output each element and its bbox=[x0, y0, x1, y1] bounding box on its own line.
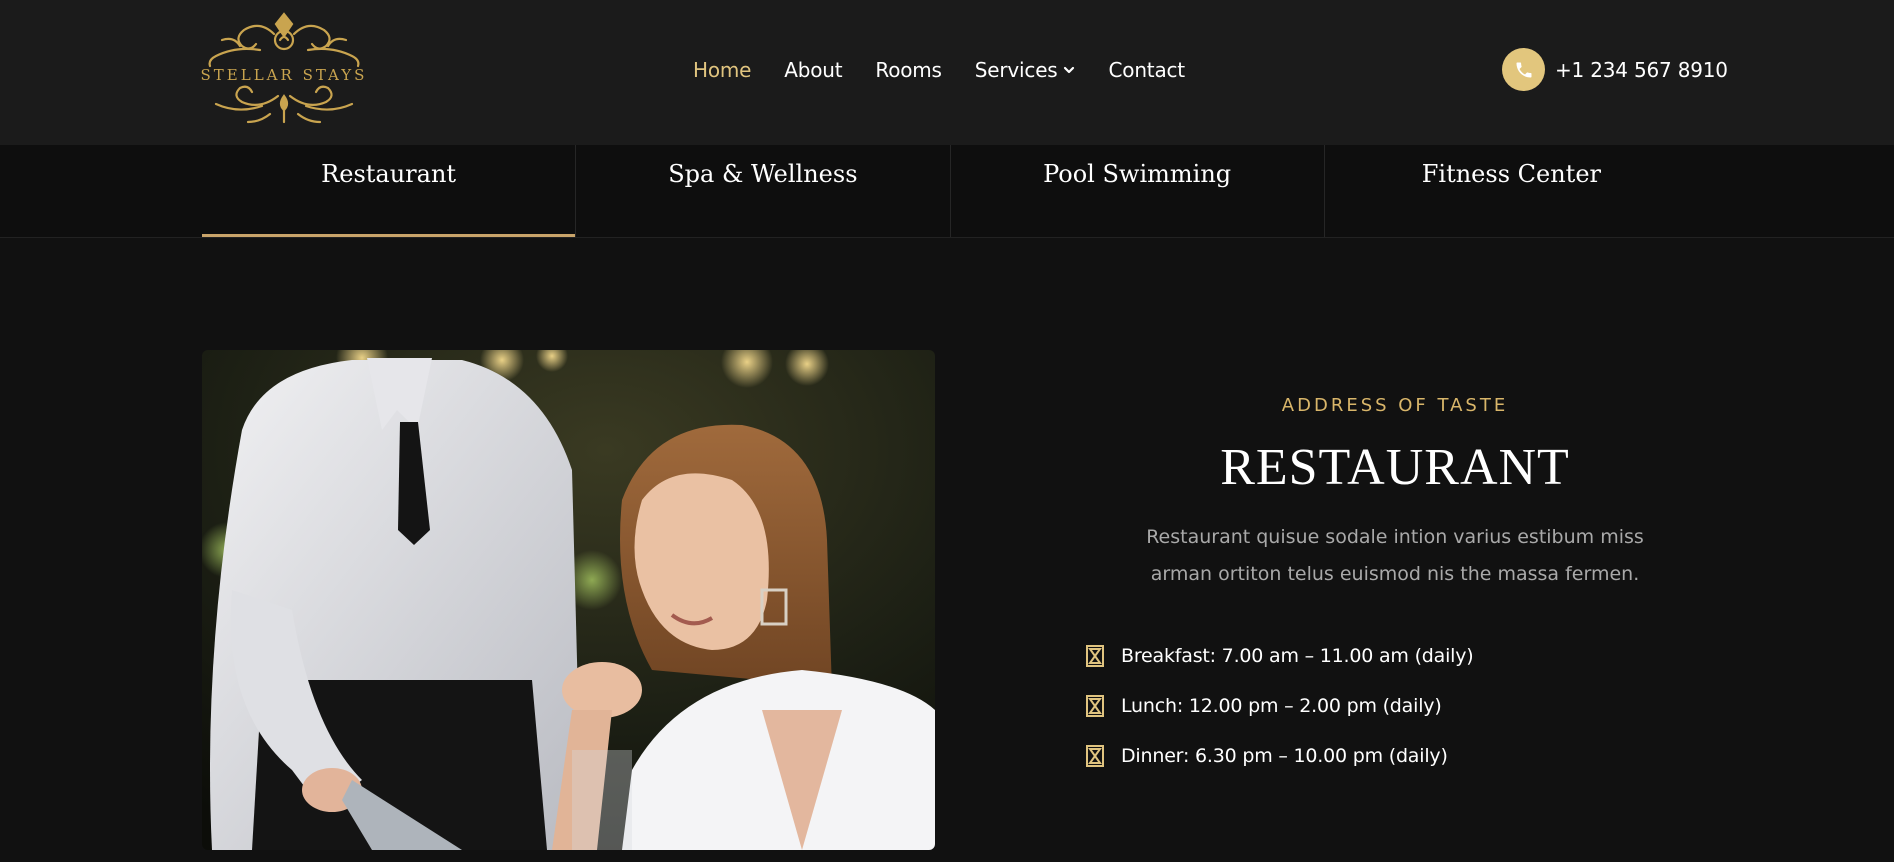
phone-number: +1 234 567 8910 bbox=[1555, 57, 1728, 82]
tab-pool-swimming[interactable]: Pool Swimming bbox=[951, 145, 1325, 237]
main-nav: Home About Rooms Services Contact bbox=[693, 55, 1185, 85]
section-eyebrow: ADDRESS OF TASTE bbox=[1281, 395, 1509, 416]
restaurant-info: ADDRESS OF TASTE RESTAURANT Restaurant q… bbox=[1085, 395, 1705, 767]
opening-hours-list: Breakfast: 7.00 am – 11.00 am (daily) Lu… bbox=[1085, 631, 1474, 781]
tab-restaurant[interactable]: Restaurant bbox=[202, 145, 577, 237]
hourglass-icon bbox=[1086, 695, 1104, 717]
list-item: Dinner: 6.30 pm – 10.00 pm (daily) bbox=[1085, 731, 1474, 781]
hour-text: Breakfast: 7.00 am – 11.00 am (daily) bbox=[1121, 645, 1474, 667]
phone-glyph-icon bbox=[1516, 62, 1531, 77]
nav-about[interactable]: About bbox=[784, 58, 842, 82]
nav-rooms-label: Rooms bbox=[875, 58, 942, 82]
nav-services[interactable]: Services bbox=[975, 58, 1076, 82]
chevron-down-icon bbox=[1063, 66, 1074, 74]
nav-home[interactable]: Home bbox=[693, 58, 751, 82]
section-title: RESTAURANT bbox=[1220, 439, 1570, 496]
nav-services-label: Services bbox=[974, 58, 1058, 82]
nav-rooms[interactable]: Rooms bbox=[875, 58, 942, 82]
nav-contact-label: Contact bbox=[1108, 58, 1186, 82]
restaurant-scene-image bbox=[202, 350, 935, 850]
list-item: Lunch: 12.00 pm – 2.00 pm (daily) bbox=[1085, 681, 1474, 731]
amenity-tabs-bar: Restaurant Spa & Wellness Pool Swimming … bbox=[0, 145, 1894, 238]
site-logo[interactable]: STELLAR STAYS bbox=[200, 10, 368, 128]
hour-text: Lunch: 12.00 pm – 2.00 pm (daily) bbox=[1121, 695, 1442, 717]
hourglass-icon bbox=[1086, 745, 1104, 767]
tab-spa-wellness[interactable]: Spa & Wellness bbox=[576, 145, 951, 237]
nav-contact[interactable]: Contact bbox=[1108, 58, 1186, 82]
logo-text: STELLAR STAYS bbox=[200, 66, 368, 84]
phone-icon bbox=[1502, 48, 1545, 91]
restaurant-photo bbox=[202, 350, 935, 850]
nav-home-label: Home bbox=[693, 58, 752, 82]
hour-text: Dinner: 6.30 pm – 10.00 pm (daily) bbox=[1121, 745, 1448, 767]
hourglass-icon bbox=[1086, 645, 1104, 667]
list-item: Breakfast: 7.00 am – 11.00 am (daily) bbox=[1085, 631, 1474, 681]
phone-contact[interactable]: +1 234 567 8910 bbox=[1502, 48, 1728, 91]
section-description: Restaurant quisue sodale intion varius e… bbox=[1146, 526, 1644, 585]
site-header: STELLAR STAYS Home About Rooms Services … bbox=[0, 0, 1894, 145]
tab-fitness-center[interactable]: Fitness Center bbox=[1325, 145, 1698, 237]
nav-about-label: About bbox=[784, 58, 843, 82]
amenity-tabs: Restaurant Spa & Wellness Pool Swimming … bbox=[202, 145, 1698, 237]
